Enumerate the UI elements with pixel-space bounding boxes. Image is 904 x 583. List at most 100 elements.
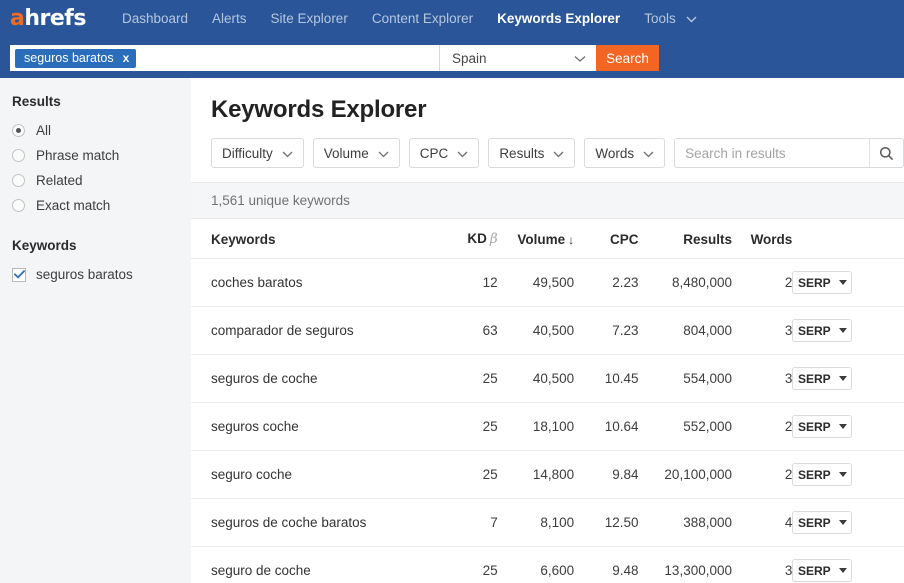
sidebar-heading-keywords: Keywords	[12, 238, 77, 253]
cell-volume: 6,600	[497, 546, 575, 583]
cell-keyword[interactable]: coches baratos	[191, 258, 439, 307]
nav-item-content-explorer[interactable]: Content Explorer	[360, 0, 485, 38]
sidebar-radio-all[interactable]: All	[12, 118, 191, 143]
cell-volume: 18,100	[497, 402, 575, 451]
chevron-down-icon	[553, 146, 564, 161]
serp-button-label: SERP	[797, 563, 831, 578]
sidebar: Results All Phrase match Related Exact m…	[0, 78, 191, 583]
beta-badge: β	[489, 231, 498, 247]
nav-item-label: Content Explorer	[371, 11, 474, 26]
search-button[interactable]: Search	[596, 45, 659, 71]
nav-item-alerts[interactable]: Alerts	[200, 0, 259, 38]
nav-item-tools[interactable]: Tools	[632, 0, 709, 38]
nav-item-dashboard[interactable]: Dashboard	[110, 0, 200, 38]
search-icon[interactable]	[869, 139, 903, 167]
cell-kd: 25	[438, 450, 498, 499]
checkbox-icon[interactable]	[12, 267, 26, 282]
table-body: coches baratos 12 49,500 2.23 8,480,000 …	[191, 258, 904, 583]
chevron-down-icon	[378, 146, 389, 161]
country-select[interactable]: Spain	[439, 45, 596, 71]
table-row[interactable]: seguro de coche 25 6,600 9.48 13,300,000…	[191, 546, 904, 583]
search-in-results[interactable]	[674, 138, 904, 168]
filter-words[interactable]: Words	[584, 138, 666, 168]
sidebar-checkbox-label: seguros baratos	[36, 267, 133, 282]
cell-serp: SERP	[792, 258, 904, 307]
page-body: Results All Phrase match Related Exact m…	[0, 78, 904, 583]
sidebar-checkbox-seguros-baratos[interactable]: seguros baratos	[12, 262, 191, 287]
cell-kd: 12	[438, 258, 498, 307]
cell-volume: 40,500	[497, 306, 575, 355]
cell-kd: 25	[438, 354, 498, 403]
search-in-results-input[interactable]	[675, 139, 869, 167]
logo-letter-a: a	[10, 6, 25, 31]
table-row[interactable]: seguros de coche 25 40,500 10.45 554,000…	[191, 354, 904, 403]
cell-kd: 63	[438, 306, 498, 355]
cell-results: 804,000	[638, 306, 732, 355]
column-header-volume[interactable]: Volume ↓	[497, 219, 575, 259]
column-header-kd[interactable]: KD β	[438, 219, 498, 259]
filter-cpc[interactable]: CPC	[408, 138, 480, 168]
cell-kd: 25	[438, 402, 498, 451]
table-row[interactable]: comparador de seguros 63 40,500 7.23 804…	[191, 306, 904, 355]
keyword-input[interactable]: seguros baratos x	[10, 45, 439, 71]
column-header-label: Results	[683, 231, 732, 247]
table-row[interactable]: coches baratos 12 49,500 2.23 8,480,000 …	[191, 258, 904, 307]
sidebar-radio-related[interactable]: Related	[12, 168, 191, 193]
table-row[interactable]: seguro coche 25 14,800 9.84 20,100,000 2…	[191, 450, 904, 499]
sidebar-radio-phrase-match[interactable]: Phrase match	[12, 143, 191, 168]
cell-keyword[interactable]: seguros coche	[191, 402, 439, 451]
table-row[interactable]: seguros de coche baratos 7 8,100 12.50 3…	[191, 498, 904, 547]
table-row[interactable]: seguros coche 25 18,100 10.64 552,000 2 …	[191, 402, 904, 451]
cell-cpc: 2.23	[574, 258, 639, 307]
serp-button[interactable]: SERP	[792, 271, 853, 294]
cell-cpc: 10.64	[574, 402, 639, 451]
filter-difficulty[interactable]: Difficulty	[211, 138, 304, 168]
cell-keyword[interactable]: seguros de coche	[191, 354, 439, 403]
filter-results[interactable]: Results	[488, 138, 576, 168]
cell-keyword[interactable]: comparador de seguros	[191, 306, 439, 355]
serp-button[interactable]: SERP	[792, 463, 853, 486]
radio-icon[interactable]	[12, 149, 25, 162]
column-header-label: Words	[750, 231, 793, 247]
keyword-chip-label: seguros baratos	[24, 50, 114, 65]
column-header-label: Volume	[517, 231, 566, 247]
filter-label: Difficulty	[222, 145, 273, 161]
cell-kd: 25	[438, 546, 498, 583]
sidebar-heading-results: Results	[12, 94, 61, 109]
keyword-chip[interactable]: seguros baratos x	[15, 48, 137, 68]
column-header-cpc[interactable]: CPC	[574, 219, 639, 259]
nav-item-site-explorer[interactable]: Site Explorer	[259, 0, 360, 38]
filter-bar: Difficulty Volume CPC Results Words Sear…	[191, 124, 904, 182]
column-header-keywords[interactable]: Keywords	[191, 219, 439, 259]
cell-words: 2	[732, 402, 793, 451]
results-count-text: 1,561 unique keywords	[211, 193, 350, 208]
filter-volume[interactable]: Volume	[312, 138, 400, 168]
chevron-down-icon	[574, 51, 586, 66]
cell-volume: 14,800	[497, 450, 575, 499]
column-header-results[interactable]: Results	[638, 219, 732, 259]
cell-keyword[interactable]: seguro coche	[191, 450, 439, 499]
column-header-words[interactable]: Words	[732, 219, 793, 259]
serp-button[interactable]: SERP	[792, 559, 853, 582]
serp-button[interactable]: SERP	[792, 511, 853, 534]
cell-keyword[interactable]: seguros de coche baratos	[191, 498, 439, 547]
serp-button[interactable]: SERP	[792, 319, 853, 342]
radio-icon[interactable]	[12, 124, 25, 137]
radio-icon[interactable]	[12, 199, 25, 212]
cell-cpc: 9.84	[574, 450, 639, 499]
radio-icon[interactable]	[12, 174, 25, 187]
sidebar-radio-label: All	[36, 123, 52, 138]
chevron-down-icon	[643, 146, 654, 161]
cell-keyword[interactable]: seguro de coche	[191, 546, 439, 583]
table-header-row: Keywords KD β Volume ↓ CPC Results Words	[191, 219, 904, 259]
serp-button[interactable]: SERP	[792, 415, 853, 438]
nav-item-keywords-explorer[interactable]: Keywords Explorer	[485, 0, 632, 38]
sidebar-radio-exact-match[interactable]: Exact match	[12, 193, 191, 218]
serp-button[interactable]: SERP	[792, 367, 853, 390]
close-icon[interactable]: x	[123, 49, 130, 68]
nav-item-label: Site Explorer	[270, 11, 348, 26]
cell-results: 388,000	[638, 498, 732, 547]
cell-results: 20,100,000	[638, 450, 732, 499]
ahrefs-logo[interactable]: ahrefs	[10, 8, 86, 30]
cell-results: 13,300,000	[638, 546, 732, 583]
